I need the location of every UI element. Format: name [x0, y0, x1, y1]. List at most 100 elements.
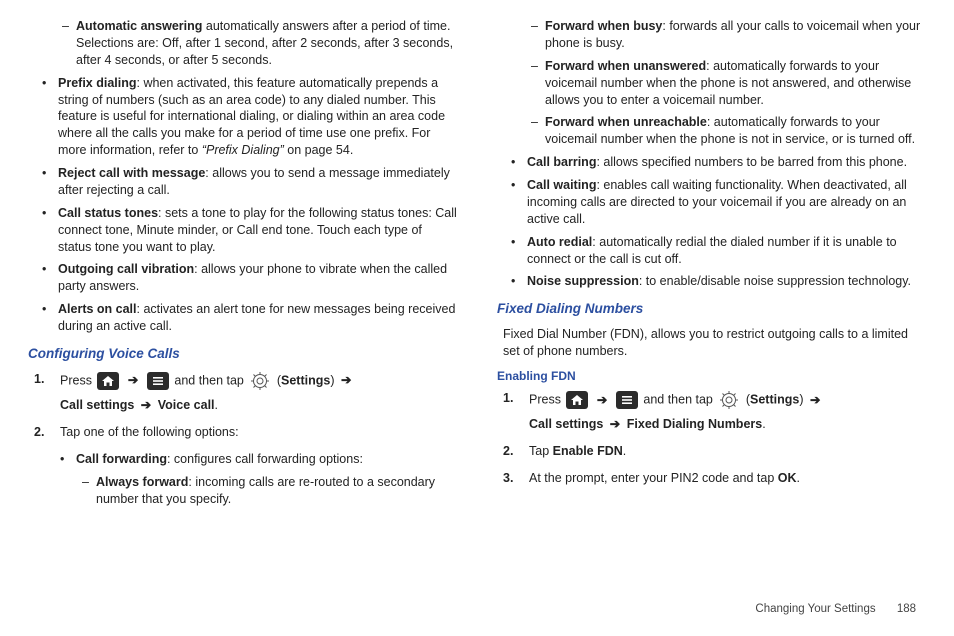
item-bold: Call forwarding: [76, 452, 167, 466]
bullet-glyph: •: [511, 273, 527, 290]
item-text: Call forwarding: configures call forward…: [76, 451, 457, 468]
list-item: • Call forwarding: configures call forwa…: [28, 451, 457, 468]
list-item: – Automatic answering automatically answ…: [28, 18, 457, 69]
item-text: Forward when unanswered: automatically f…: [545, 58, 926, 109]
item-bold: Prefix dialing: [58, 76, 137, 90]
item-text: Automatic answering automatically answer…: [76, 18, 457, 69]
gear-icon: [718, 390, 740, 410]
item-bold: Automatic answering: [76, 19, 202, 33]
step-1: 1. Press ➔ and then tap (Settings) ➔ Cal…: [28, 371, 457, 414]
step-2: 2. Tap one of the following options:: [28, 424, 457, 441]
item-rest: : to enable/disable noise suppression te…: [639, 274, 911, 288]
menu-icon: [147, 372, 169, 390]
item-bold: Outgoing call vibration: [58, 262, 194, 276]
item-text: Forward when busy: forwards all your cal…: [545, 18, 926, 52]
call-settings-label: Call settings: [60, 398, 138, 412]
arrow-icon: ➔: [128, 373, 138, 387]
period: .: [762, 417, 765, 431]
step-andtap: and then tap: [643, 393, 716, 407]
item-bold: Call waiting: [527, 178, 596, 192]
right-column: – Forward when busy: forwards all your c…: [477, 18, 926, 626]
item-bold: Forward when unreachable: [545, 115, 707, 129]
bullet-glyph: •: [42, 205, 58, 256]
dash-glyph: –: [82, 474, 96, 508]
arrow-icon: ➔: [141, 398, 151, 412]
item-text: Call barring: allows specified numbers t…: [527, 154, 926, 171]
arrow-icon: ➔: [597, 393, 607, 407]
bullet-glyph: •: [42, 165, 58, 199]
item-bold: Reject call with message: [58, 166, 205, 180]
fdn-body: Fixed Dial Number (FDN), allows you to r…: [497, 326, 926, 360]
item-bold: Always forward: [96, 475, 188, 489]
list-item: • Prefix dialing: when activated, this f…: [28, 75, 457, 159]
bullet-glyph: •: [42, 301, 58, 335]
list-item: • Reject call with message: allows you t…: [28, 165, 457, 199]
left-column: – Automatic answering automatically answ…: [28, 18, 477, 626]
bullet-glyph: •: [60, 451, 76, 468]
arrow-icon: ➔: [810, 393, 820, 407]
item-bold: Alerts on call: [58, 302, 137, 316]
dash-glyph: –: [62, 18, 76, 69]
item-bold: Auto redial: [527, 235, 592, 249]
dash-glyph: –: [531, 114, 545, 148]
step-number: 2.: [503, 443, 529, 460]
step-content: Tap one of the following options:: [60, 424, 457, 441]
heading-fixed-dialing-numbers: Fixed Dialing Numbers: [497, 300, 926, 318]
home-icon: [97, 372, 119, 390]
bullet-glyph: •: [42, 261, 58, 295]
step-content: Tap Enable FDN.: [529, 443, 926, 460]
page-number: 188: [897, 603, 916, 615]
item-text: Call waiting: enables call waiting funct…: [527, 177, 926, 228]
arrow-icon: ➔: [341, 373, 351, 387]
item-bold: Call status tones: [58, 206, 158, 220]
item-bold: Call barring: [527, 155, 596, 169]
step-content: Press ➔ and then tap (Settings) ➔ Call s…: [529, 390, 926, 433]
period: .: [215, 398, 218, 412]
step2-a: Tap: [529, 444, 553, 458]
item-rest-b: on page 54.: [284, 143, 354, 157]
heading-configuring-voice-calls: Configuring Voice Calls: [28, 345, 457, 363]
step-1: 1. Press ➔ and then tap (Settings) ➔ Cal…: [497, 390, 926, 433]
item-text: Alerts on call: activates an alert tone …: [58, 301, 457, 335]
item-bold: Noise suppression: [527, 274, 639, 288]
step-2: 2. Tap Enable FDN.: [497, 443, 926, 460]
step-3: 3. At the prompt, enter your PIN2 code a…: [497, 470, 926, 487]
list-item: – Forward when busy: forwards all your c…: [497, 18, 926, 52]
step-content: At the prompt, enter your PIN2 code and …: [529, 470, 926, 487]
list-item: • Auto redial: automatically redial the …: [497, 234, 926, 268]
step-number: 1.: [34, 371, 60, 414]
step2-b: Enable FDN: [553, 444, 623, 458]
list-item: – Always forward: incoming calls are re-…: [28, 474, 457, 508]
step-andtap: and then tap: [174, 373, 247, 387]
item-text: Forward when unreachable: automatically …: [545, 114, 926, 148]
item-ref: “Prefix Dialing”: [202, 143, 284, 157]
list-item: • Outgoing call vibration: allows your p…: [28, 261, 457, 295]
item-text: Noise suppression: to enable/disable noi…: [527, 273, 926, 290]
settings-label: Settings: [281, 373, 330, 387]
fdn-label: Fixed Dialing Numbers: [627, 417, 762, 431]
page-root: – Automatic answering automatically answ…: [0, 0, 954, 636]
step-press: Press: [60, 373, 95, 387]
list-item: • Call barring: allows specified numbers…: [497, 154, 926, 171]
arrow-icon: ➔: [610, 417, 620, 431]
list-item: – Forward when unreachable: automaticall…: [497, 114, 926, 148]
item-text: Prefix dialing: when activated, this fea…: [58, 75, 457, 159]
step3-b: OK: [778, 471, 797, 485]
heading-enabling-fdn: Enabling FDN: [497, 368, 926, 384]
footer-section: Changing Your Settings: [755, 603, 875, 615]
item-text: Reject call with message: allows you to …: [58, 165, 457, 199]
settings-label: Settings: [750, 393, 799, 407]
bullet-glyph: •: [511, 177, 527, 228]
bullet-glyph: •: [511, 234, 527, 268]
gear-icon: [249, 371, 271, 391]
step-content: Press ➔ and then tap (Settings) ➔ Call s…: [60, 371, 457, 414]
bullet-glyph: •: [42, 75, 58, 159]
call-settings-label: Call settings: [529, 417, 607, 431]
list-item: • Call waiting: enables call waiting fun…: [497, 177, 926, 228]
step-press: Press: [529, 393, 564, 407]
dash-glyph: –: [531, 58, 545, 109]
dash-glyph: –: [531, 18, 545, 52]
item-text: Auto redial: automatically redial the di…: [527, 234, 926, 268]
list-item: • Call status tones: sets a tone to play…: [28, 205, 457, 256]
list-item: – Forward when unanswered: automatically…: [497, 58, 926, 109]
